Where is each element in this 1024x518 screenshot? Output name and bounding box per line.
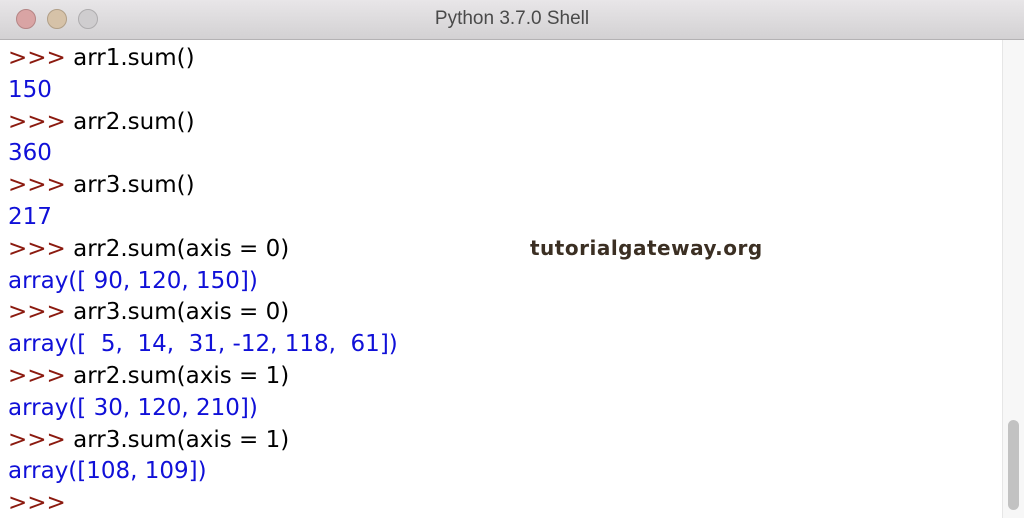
command-text: arr2.sum(axis = 1) (65, 362, 290, 389)
output-line: array([108, 109]) (8, 456, 1002, 488)
input-line: >>> arr2.sum(axis = 1) (8, 361, 1002, 393)
input-line: >>> arr3.sum(axis = 0) (8, 297, 1002, 329)
result-text: 217 (8, 203, 52, 230)
vertical-scrollbar[interactable] (1002, 40, 1024, 518)
output-line: 217 (8, 202, 1002, 234)
prompt-marker: >>> (8, 108, 66, 135)
input-line: >>> (8, 488, 1002, 518)
result-text: 360 (8, 140, 52, 167)
input-line: >>> arr3.sum(axis = 1) (8, 425, 1002, 457)
output-line: 150 (8, 75, 1002, 107)
shell-console[interactable]: >>> arr1.sum() 150 >>> arr2.sum() 360 >>> ar… (0, 40, 1002, 518)
title-bar[interactable]: Python 3.7.0 Shell (0, 0, 1024, 40)
result-text: array([ 30, 120, 210]) (8, 394, 258, 421)
command-text: arr3.sum() (65, 172, 195, 199)
input-line: >>> arr3.sum() (8, 170, 1002, 202)
output-line: array([ 90, 120, 150]) (8, 266, 1002, 298)
command-text: arr3.sum(axis = 0) (65, 299, 290, 326)
result-text: 150 (8, 76, 52, 103)
result-text: array([ 5, 14, 31, -12, 118, 61]) (8, 331, 398, 358)
prompt-marker: >>> (8, 362, 66, 389)
command-text: arr1.sum() (65, 45, 195, 71)
input-line: >>> arr2.sum(axis = 0) (8, 234, 1002, 266)
command-text: arr2.sum(axis = 0) (65, 235, 290, 262)
prompt-marker: >>> (8, 45, 66, 71)
command-text: arr3.sum(axis = 1) (65, 426, 290, 453)
prompt-marker: >>> (8, 490, 66, 517)
result-text: array([ 90, 120, 150]) (8, 267, 258, 294)
python-shell-window: Python 3.7.0 Shell >>> arr1.sum() 150 >>> … (0, 0, 1024, 518)
scrollbar-thumb[interactable] (1008, 420, 1019, 510)
output-line: array([ 30, 120, 210]) (8, 393, 1002, 425)
output-line: 360 (8, 138, 1002, 170)
prompt-marker: >>> (8, 172, 66, 199)
input-line: >>> arr1.sum() (8, 43, 1002, 75)
result-text: array([108, 109]) (8, 458, 207, 485)
output-line: array([ 5, 14, 31, -12, 118, 61]) (8, 329, 1002, 361)
command-text: arr2.sum() (65, 108, 195, 135)
prompt-marker: >>> (8, 426, 66, 453)
prompt-marker: >>> (8, 299, 66, 326)
window-title: Python 3.7.0 Shell (434, 8, 590, 29)
prompt-marker: >>> (8, 235, 66, 262)
input-line: >>> arr2.sum() (8, 107, 1002, 139)
watermark-text: tutorialgateway.org (530, 236, 763, 260)
